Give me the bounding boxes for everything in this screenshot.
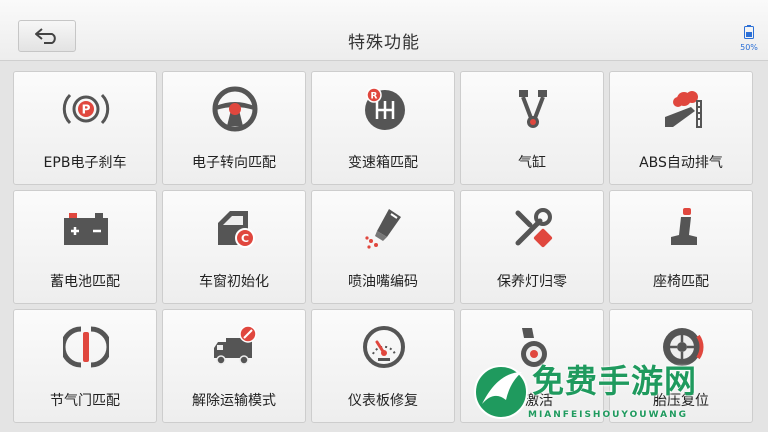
tile-label: 喷油嘴编码 — [348, 274, 418, 290]
tile-maintenance-reset[interactable]: 保养灯归零 — [460, 190, 604, 304]
tile-gearbox-match[interactable]: R 变速箱匹配 — [311, 71, 455, 185]
tile-steering-match[interactable]: 电子转向匹配 — [162, 71, 306, 185]
gearbox-icon: R — [359, 86, 409, 132]
pump-icon — [508, 324, 558, 370]
tile-label: 泵激活 — [511, 393, 553, 409]
injector-icon — [359, 205, 409, 251]
tile-throttle-match[interactable]: 节气门匹配 — [13, 309, 157, 423]
tile-label: 车窗初始化 — [199, 274, 269, 290]
tile-epb-brake[interactable]: P EPB电子刹车 — [13, 71, 157, 185]
svg-text:P: P — [82, 103, 91, 117]
tile-injector-coding[interactable]: 喷油嘴编码 — [311, 190, 455, 304]
tile-label: ABS自动排气 — [639, 155, 723, 171]
cylinder-icon — [508, 86, 558, 132]
steering-wheel-icon — [210, 86, 260, 132]
car-window-icon: C — [210, 205, 260, 251]
tile-seat-match[interactable]: 座椅匹配 — [609, 190, 753, 304]
function-grid: P EPB电子刹车 电子转向匹配 R 变速箱匹配 气缸 ABS自动排气 蓄电池匹… — [13, 71, 758, 423]
tile-label: 节气门匹配 — [50, 393, 120, 409]
maintenance-icon — [508, 205, 558, 251]
battery-indicator: 50% — [736, 24, 762, 53]
tile-abs-bleed[interactable]: ABS自动排气 — [609, 71, 753, 185]
tile-label: 仪表板修复 — [348, 393, 418, 409]
tile-battery-match[interactable]: 蓄电池匹配 — [13, 190, 157, 304]
tile-label: 解除运输模式 — [192, 393, 276, 409]
tile-cylinder[interactable]: 气缸 — [460, 71, 604, 185]
battery-percent: 50% — [740, 43, 758, 52]
tire-icon — [657, 324, 707, 370]
battery-level-icon — [744, 25, 754, 39]
svg-text:C: C — [241, 232, 249, 245]
transport-truck-icon — [210, 324, 260, 370]
tile-tire-pressure[interactable]: 胎压复位 — [609, 309, 753, 423]
tile-label: 变速箱匹配 — [348, 155, 418, 171]
seat-icon — [657, 205, 707, 251]
tile-pump-activate[interactable]: 泵激活 — [460, 309, 604, 423]
battery-icon — [61, 205, 111, 251]
tile-label: 电子转向匹配 — [192, 155, 276, 171]
header-bar: 特殊功能 50% — [0, 0, 768, 61]
tile-label: 保养灯归零 — [497, 274, 567, 290]
dashboard-gauge-icon — [359, 324, 409, 370]
throttle-icon — [61, 324, 111, 370]
tile-transport-mode[interactable]: 解除运输模式 — [162, 309, 306, 423]
svg-text:R: R — [371, 92, 378, 102]
page-title: 特殊功能 — [348, 33, 420, 53]
parking-brake-icon: P — [61, 86, 111, 132]
tile-window-init[interactable]: C 车窗初始化 — [162, 190, 306, 304]
tile-label: 座椅匹配 — [653, 274, 709, 290]
tile-dashboard-repair[interactable]: 仪表板修复 — [311, 309, 455, 423]
tile-label: EPB电子刹车 — [43, 155, 127, 171]
tile-label: 气缸 — [518, 155, 546, 171]
tile-label: 蓄电池匹配 — [50, 274, 120, 290]
abs-bleed-icon — [657, 86, 707, 132]
tile-label: 胎压复位 — [653, 393, 709, 409]
